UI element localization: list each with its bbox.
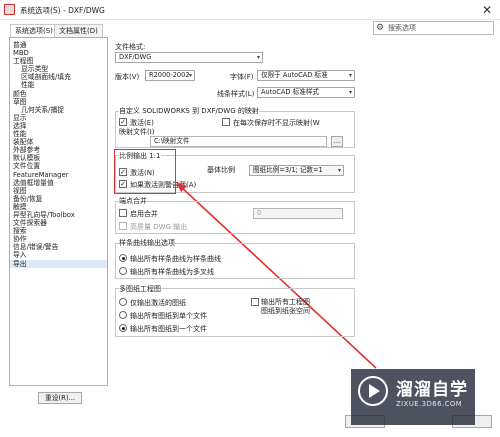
spline-as-spline-radio[interactable] bbox=[119, 254, 127, 262]
multi-sheet-title: 多图纸工程图 bbox=[119, 284, 161, 294]
sheet-each-file-radio[interactable] bbox=[119, 311, 127, 319]
sheet-opt3-label: 输出所有图纸到一个文件 bbox=[130, 325, 207, 333]
watermark-title: 溜溜自学 bbox=[396, 380, 468, 400]
sheet-opt2-label: 输出所有图纸到单个文件 bbox=[130, 312, 207, 320]
spline-title: 样条曲线输出选项 bbox=[119, 238, 175, 248]
merge-tolerance-field[interactable]: 0 bbox=[253, 208, 343, 219]
export-paper-space-label-2: 图纸到纸张空间 bbox=[261, 307, 310, 315]
merge-enable-label: 启用合并 bbox=[130, 210, 158, 218]
watermark-url: ZIXUE.3D66.COM bbox=[396, 400, 463, 408]
export-paper-space-checkbox[interactable] bbox=[251, 298, 259, 306]
endpoint-merge-title: 端点合并 bbox=[119, 196, 147, 206]
hq-dwg-label: 高质量 DWG 输出 bbox=[130, 223, 188, 231]
play-logo-icon bbox=[358, 376, 388, 406]
sheet-one-file-radio[interactable] bbox=[119, 324, 127, 332]
spline-opt2-label: 输出所有样条曲线为多叉线 bbox=[130, 268, 214, 276]
merge-enable-checkbox[interactable] bbox=[119, 209, 127, 217]
hq-dwg-checkbox[interactable] bbox=[119, 222, 127, 230]
spline-as-polyline-radio[interactable] bbox=[119, 267, 127, 275]
sheet-opt1-label: 仅输出激活的图纸 bbox=[130, 299, 186, 307]
spline-opt1-label: 输出所有样条曲线为样条曲线 bbox=[130, 255, 221, 263]
sheet-active-only-radio[interactable] bbox=[119, 298, 127, 306]
